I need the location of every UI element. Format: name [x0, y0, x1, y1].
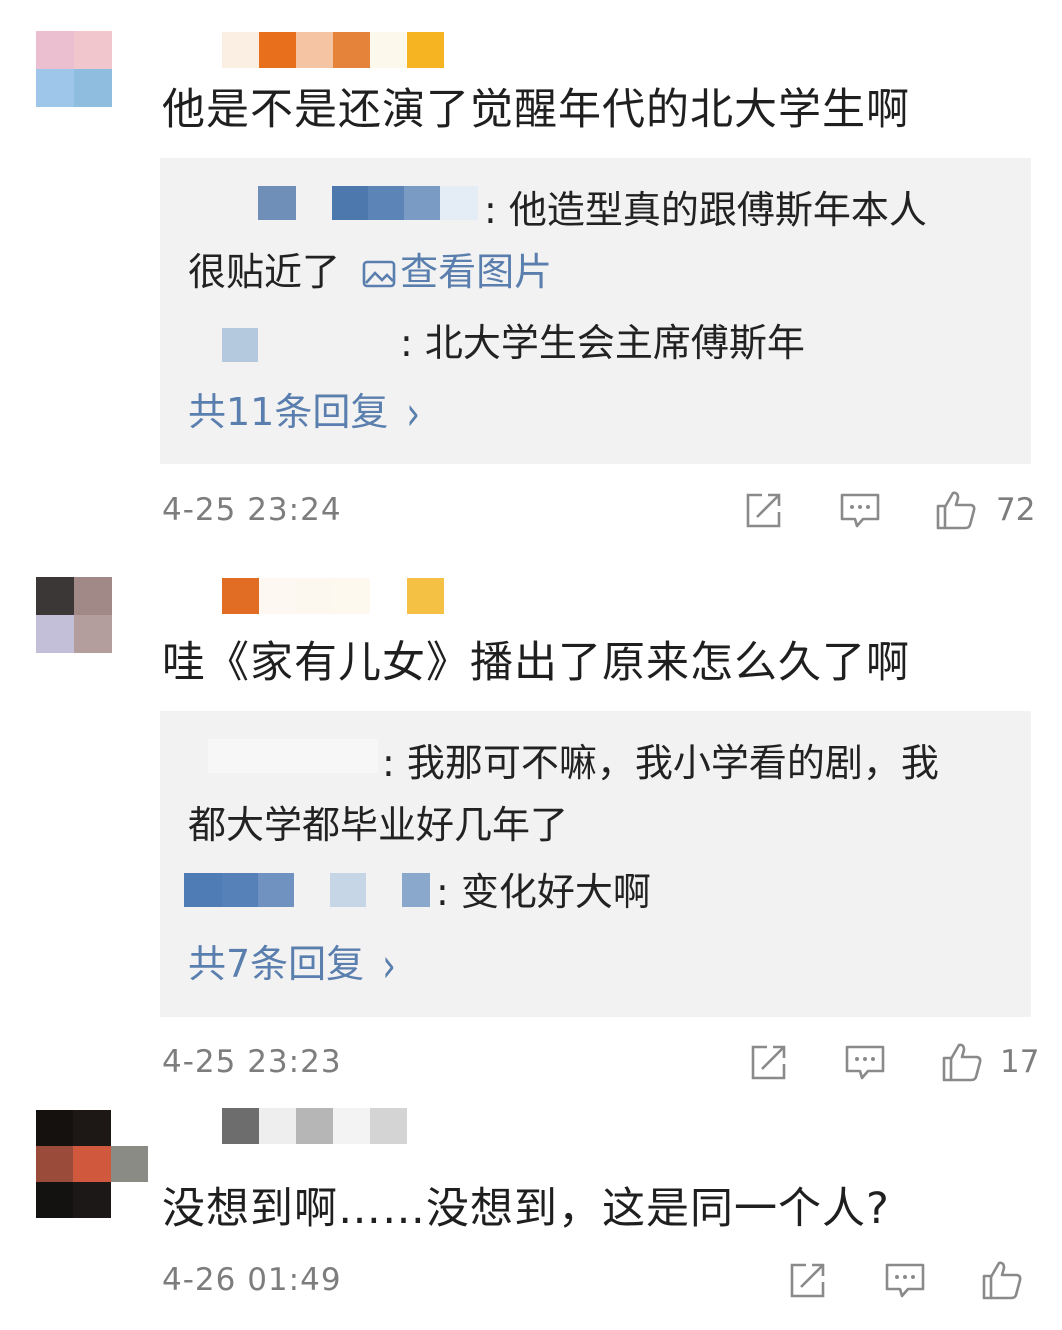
comment-actions: 72	[0, 488, 1062, 532]
reply-separator: :	[400, 321, 413, 365]
reply-text: 变化好大啊	[460, 870, 651, 914]
avatar[interactable]	[36, 31, 112, 107]
view-image-link[interactable]: 查看图片	[362, 250, 552, 294]
chevron-right-icon: ›	[406, 386, 420, 442]
view-replies-link[interactable]: 共11条回复 ›	[188, 386, 420, 442]
reply-line: : 变化好大啊	[436, 867, 651, 917]
view-image-label[interactable]: 查看图片	[400, 250, 552, 294]
avatar[interactable]	[36, 577, 112, 653]
username-pixelated[interactable]	[222, 32, 444, 68]
reply-line: : 他造型真的跟傅斯年本人	[484, 185, 927, 235]
comment-actions: 17	[0, 1040, 1062, 1084]
reply-line-continued: 都大学都毕业好几年了	[188, 800, 568, 850]
reply-text: 他造型真的跟傅斯年本人	[508, 188, 927, 232]
comment: 没想到啊……没想到，这是同一个人? 4-26 01:49	[0, 1100, 1062, 1330]
reply-line-continued: 很贴近了 查看图片	[188, 247, 552, 297]
comment-icon[interactable]	[883, 1258, 927, 1302]
thumbs-up-icon[interactable]	[934, 488, 978, 532]
comment-actions	[0, 1258, 1062, 1302]
reply-text: 北大学生会主席傅斯年	[424, 321, 805, 365]
comment-text: 没想到啊……没想到，这是同一个人?	[162, 1184, 890, 1234]
reply-username-pixelated[interactable]	[208, 739, 378, 773]
reply-username-pixelated[interactable]	[184, 873, 430, 907]
reply-username-pixelated[interactable]	[258, 186, 478, 220]
thumbs-up-icon[interactable]	[980, 1258, 1024, 1302]
reply-text: 很贴近了	[188, 250, 341, 294]
like-count: 17	[1000, 1044, 1040, 1080]
reply-line: : 北大学生会主席傅斯年	[400, 318, 805, 368]
comment: 他是不是还演了觉醒年代的北大学生啊 : 他造型真的跟傅斯年本人 很贴近了 查看图…	[0, 0, 1062, 560]
view-replies-label[interactable]: 共11条回复	[188, 390, 388, 434]
reply-separator: :	[382, 741, 395, 785]
view-replies-label[interactable]: 共7条回复	[188, 942, 364, 986]
share-icon[interactable]	[747, 1040, 791, 1084]
thumbs-up-icon[interactable]	[940, 1040, 984, 1084]
username-pixelated[interactable]	[222, 578, 444, 614]
comment: 哇《家有儿女》播出了原来怎么久了啊 : 我那可不嘛，我小学看的剧，我 都大学都毕…	[0, 560, 1062, 1100]
comment-text: 他是不是还演了觉醒年代的北大学生啊	[162, 85, 910, 135]
comment-icon[interactable]	[843, 1040, 887, 1084]
chevron-right-icon: ›	[382, 938, 396, 994]
reply-username-pixelated[interactable]	[222, 328, 258, 362]
reply-box[interactable]: : 他造型真的跟傅斯年本人 很贴近了 查看图片 : 北大学生会主席傅斯年 共11…	[160, 158, 1031, 464]
reply-text: 都大学都毕业好几年了	[188, 803, 569, 847]
comment-text: 哇《家有儿女》播出了原来怎么久了啊	[162, 638, 910, 688]
share-icon[interactable]	[742, 488, 786, 532]
username-pixelated[interactable]	[222, 1108, 407, 1144]
reply-separator: :	[484, 188, 497, 232]
view-replies-link[interactable]: 共7条回复 ›	[188, 938, 396, 994]
reply-line: : 我那可不嘛，我小学看的剧，我	[382, 738, 939, 788]
like-count: 72	[996, 492, 1036, 528]
avatar[interactable]	[36, 1110, 148, 1218]
reply-box[interactable]: : 我那可不嘛，我小学看的剧，我 都大学都毕业好几年了 : 变化好大啊 共7条回…	[160, 711, 1031, 1017]
share-icon[interactable]	[786, 1258, 830, 1302]
reply-separator: :	[436, 870, 449, 914]
image-icon	[362, 260, 396, 288]
reply-text: 我那可不嘛，我小学看的剧，我	[406, 741, 939, 785]
comment-icon[interactable]	[838, 488, 882, 532]
